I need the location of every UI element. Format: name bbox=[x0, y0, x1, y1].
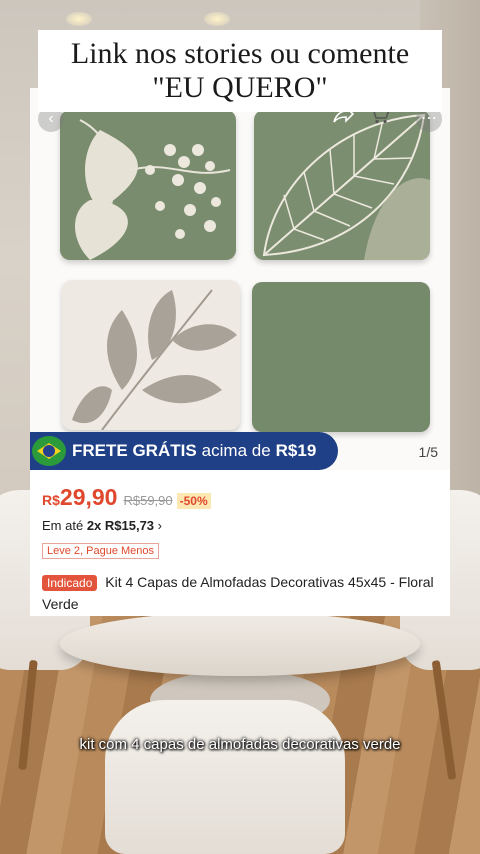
recommended-badge: Indicado bbox=[42, 575, 98, 591]
ceiling-light bbox=[66, 12, 92, 26]
caption-box: Link nos stories ou comente "EU QUERO" bbox=[38, 30, 442, 112]
brazil-flag-icon bbox=[32, 436, 66, 466]
chair-front bbox=[105, 700, 345, 854]
caption-line-1: Link nos stories ou comente bbox=[70, 37, 410, 70]
pillow-leaf-image bbox=[254, 110, 430, 260]
chevron-right-icon: › bbox=[157, 518, 163, 533]
pillow-berries-image bbox=[60, 110, 236, 260]
product-title-block: Indicado Kit 4 Capas de Almofadas Decora… bbox=[42, 572, 444, 615]
ceiling-light bbox=[204, 12, 230, 26]
price-currency: R$ bbox=[42, 492, 60, 508]
video-subtitle: kit com 4 capas de almofadas decorativas… bbox=[79, 736, 401, 753]
price-row: R$ 29,90 R$59,90 -50% bbox=[42, 484, 211, 511]
table-top bbox=[60, 612, 420, 676]
free-shipping-banner: FRETE GRÁTIS acima de R$19 bbox=[30, 432, 338, 470]
product-card[interactable]: ‹ ⋯ FRETE GRÁTIS acima de R$19 1/5 R$ 29… bbox=[30, 88, 450, 616]
promo-tag[interactable]: Leve 2, Pague Menos bbox=[42, 543, 160, 559]
installment-prefix: Em até bbox=[42, 518, 84, 533]
product-image-gallery[interactable]: ‹ ⋯ FRETE GRÁTIS acima de R$19 1/5 bbox=[30, 88, 450, 470]
caption-line-2: "EU QUERO" bbox=[152, 71, 328, 104]
free-shipping-threshold: R$19 bbox=[275, 441, 317, 460]
pillow-cream-leaves-image bbox=[62, 280, 240, 430]
product-title: Kit 4 Capas de Almofadas Decorativas 45x… bbox=[42, 574, 434, 612]
pillow-plain-green-image bbox=[252, 282, 430, 432]
installment-link[interactable]: Em até 2x R$15,73 › bbox=[42, 518, 162, 533]
image-page-indicator: 1/5 bbox=[418, 444, 438, 460]
free-shipping-label: FRETE GRÁTIS bbox=[72, 441, 197, 460]
free-shipping-condition: acima de bbox=[201, 441, 271, 460]
original-price: R$59,90 bbox=[123, 493, 173, 508]
discount-badge: -50% bbox=[176, 493, 211, 509]
current-price: 29,90 bbox=[59, 484, 118, 510]
installment-value: 2x R$15,73 bbox=[86, 518, 155, 533]
